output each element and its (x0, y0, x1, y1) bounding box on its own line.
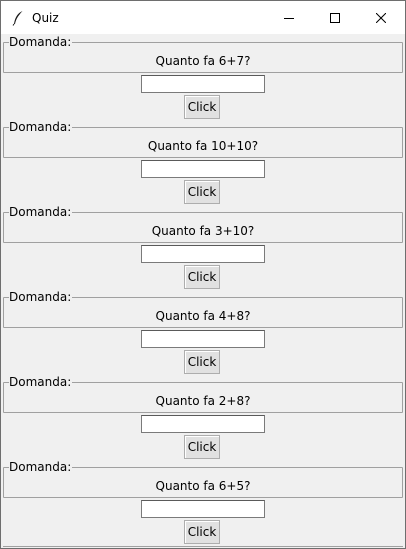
bottom-divider (3, 546, 403, 547)
click-button[interactable]: Click (184, 265, 220, 289)
feather-icon (12, 11, 23, 26)
question-legend: Domanda: (9, 460, 73, 474)
question-block: Domanda: Quanto fa 4+8? Click (1, 289, 405, 374)
quiz-content: Domanda: Quanto fa 6+7? Click Domanda: Q… (1, 34, 405, 548)
answer-input[interactable] (141, 245, 265, 263)
window-title: Quiz (32, 11, 59, 25)
question-legend: Domanda: (9, 290, 73, 304)
click-button[interactable]: Click (184, 180, 220, 204)
question-block: Domanda: Quanto fa 2+8? Click (1, 374, 405, 459)
minimize-icon (284, 17, 294, 19)
question-legend: Domanda: (9, 205, 73, 219)
click-button[interactable]: Click (184, 520, 220, 544)
answer-input[interactable] (141, 500, 265, 518)
close-icon (376, 12, 386, 23)
question-block: Domanda: Quanto fa 3+10? Click (1, 204, 405, 289)
answer-input[interactable] (141, 415, 265, 433)
question-text: Quanto fa 4+8? (155, 309, 251, 323)
question-text: Quanto fa 10+10? (147, 139, 259, 153)
question-block: Domanda: Quanto fa 6+5? Click (1, 459, 405, 544)
question-legend: Domanda: (9, 375, 73, 389)
question-text: Quanto fa 6+7? (155, 54, 251, 68)
question-legend: Domanda: (9, 35, 73, 49)
click-button[interactable]: Click (184, 350, 220, 374)
click-button[interactable]: Click (184, 435, 220, 459)
maximize-button[interactable] (312, 1, 358, 34)
question-text: Quanto fa 2+8? (155, 394, 251, 408)
quiz-window: Quiz Domanda: Quanto fa 6+7? Click Doman… (0, 0, 406, 549)
answer-input[interactable] (141, 75, 265, 93)
question-block: Domanda: Quanto fa 6+7? Click (1, 34, 405, 119)
maximize-icon (330, 12, 340, 23)
close-button[interactable] (358, 1, 404, 34)
answer-input[interactable] (141, 330, 265, 348)
click-button[interactable]: Click (184, 95, 220, 119)
minimize-button[interactable] (266, 1, 312, 34)
question-block: Domanda: Quanto fa 10+10? Click (1, 119, 405, 204)
question-text: Quanto fa 6+5? (155, 479, 251, 493)
answer-input[interactable] (141, 160, 265, 178)
title-bar[interactable]: Quiz (1, 1, 405, 34)
question-text: Quanto fa 3+10? (151, 224, 255, 238)
question-legend: Domanda: (9, 120, 73, 134)
